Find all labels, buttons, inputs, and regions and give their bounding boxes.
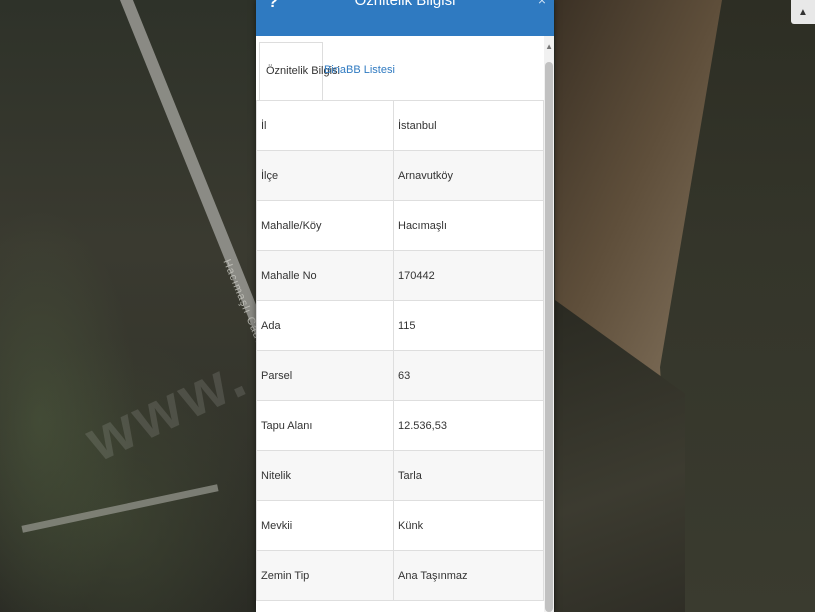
attribute-value: 170442 bbox=[393, 250, 544, 301]
table-row: Mahalle No 170442 bbox=[256, 250, 544, 301]
attribute-value: Ana Taşınmaz bbox=[393, 550, 544, 601]
attribute-value: Hacımaşlı bbox=[393, 200, 544, 251]
scroll-up-icon[interactable]: ▲ bbox=[545, 42, 553, 51]
attribute-value: Tarla bbox=[393, 450, 544, 501]
attribute-key: Mevkii bbox=[256, 500, 394, 551]
table-row: Tapu Alanı 12.536,53 bbox=[256, 400, 544, 451]
panel-header: ? Öznitelik Bilgisi × bbox=[256, 0, 554, 36]
attribute-key: Mahalle/Köy bbox=[256, 200, 394, 251]
attribute-key: Mahalle No bbox=[256, 250, 394, 301]
attribute-value: Künk bbox=[393, 500, 544, 551]
panel-title: Öznitelik Bilgisi bbox=[354, 0, 456, 9]
table-row: Nitelik Tarla bbox=[256, 450, 544, 501]
tab-bar: Öznitelik Bilgisi BinaBB Listesi bbox=[256, 36, 544, 101]
attribute-key: Zemin Tip bbox=[256, 550, 394, 601]
attribute-key: Nitelik bbox=[256, 450, 394, 501]
table-row: İlçe Arnavutköy bbox=[256, 150, 544, 201]
table-row: Zemin Tip Ana Taşınmaz bbox=[256, 550, 544, 601]
attribute-key: Ada bbox=[256, 300, 394, 351]
pin-icon: ▲ bbox=[798, 6, 808, 18]
close-icon[interactable]: × bbox=[538, 0, 546, 8]
attribute-value: 115 bbox=[393, 300, 544, 351]
map-control-button[interactable]: ▲ bbox=[791, 0, 815, 24]
attribute-value: İstanbul bbox=[393, 100, 544, 151]
attribute-key: Tapu Alanı bbox=[256, 400, 394, 451]
attribute-key: Parsel bbox=[256, 350, 394, 401]
tab-attribute-info[interactable]: Öznitelik Bilgisi bbox=[259, 42, 340, 101]
table-row: Mahalle/Köy Hacımaşlı bbox=[256, 200, 544, 251]
attribute-value: 63 bbox=[393, 350, 544, 401]
table-row: Mevkii Künk bbox=[256, 500, 544, 551]
attribute-key: İl bbox=[256, 100, 394, 151]
tab-building-list[interactable]: BinaBB Listesi bbox=[318, 42, 401, 99]
scroll-thumb[interactable] bbox=[545, 62, 553, 612]
attribute-value: Arnavutköy bbox=[393, 150, 544, 201]
attribute-value: 12.536,53 bbox=[393, 400, 544, 451]
attribute-panel: ? Öznitelik Bilgisi × Öznitelik Bilgisi … bbox=[256, 0, 554, 612]
attribute-table: İl İstanbul İlçe Arnavutköy Mahalle/Köy Hacım… bbox=[256, 100, 544, 601]
attribute-key: İlçe bbox=[256, 150, 394, 201]
table-row: Ada 115 bbox=[256, 300, 544, 351]
road-secondary bbox=[21, 484, 219, 533]
table-row: İl İstanbul bbox=[256, 100, 544, 151]
table-row: Parsel 63 bbox=[256, 350, 544, 401]
